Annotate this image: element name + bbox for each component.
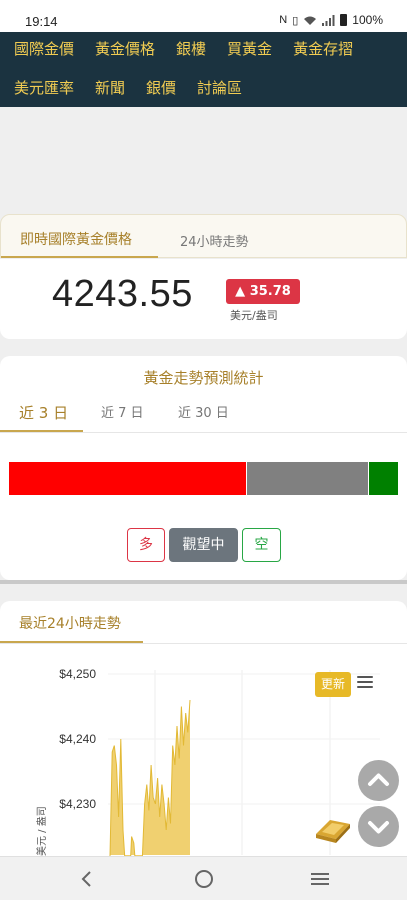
- home-icon[interactable]: [194, 869, 214, 889]
- forecast-title: 黃金走勢預測統計: [143, 369, 264, 387]
- nav-item-buy-gold[interactable]: 買黃金: [227, 38, 272, 59]
- wifi-icon: [304, 16, 317, 25]
- scroll-up-button[interactable]: [358, 760, 399, 801]
- gold-bar-icon: [316, 820, 350, 843]
- nfc-icon: Ν: [279, 14, 288, 26]
- up-arrow-icon: ▲: [235, 284, 246, 299]
- forecast-tab-divider: [0, 432, 407, 433]
- nav-item-intl-gold-price[interactable]: 國際金價: [14, 38, 74, 59]
- forecast-card: 黃金走勢預測統計 近 3 日 近 7 日 近 30 日 多 觀望中 空: [0, 356, 407, 580]
- card-shadow: [0, 580, 407, 584]
- system-nav-bar: [0, 856, 407, 900]
- recent-apps-icon[interactable]: [310, 869, 330, 889]
- chevron-down-icon: [368, 821, 389, 834]
- neutral-share-bar: [247, 462, 368, 495]
- vibrate-icon: ▯: [292, 14, 299, 27]
- gold-price-value: 4243.55: [52, 273, 193, 315]
- bear-share-bar: [369, 462, 398, 495]
- chevron-up-icon: [368, 773, 389, 786]
- nav-item-usd-rate[interactable]: 美元匯率: [14, 77, 74, 98]
- nav-item-forum[interactable]: 討論區: [197, 77, 242, 98]
- vote-watch-button[interactable]: 觀望中: [169, 528, 238, 562]
- nav-item-gold-passbook[interactable]: 黃金存摺: [293, 38, 353, 59]
- nav-item-gold-price[interactable]: 黃金價格: [95, 38, 155, 59]
- back-icon[interactable]: [79, 869, 93, 889]
- battery-percent: 100%: [352, 13, 383, 27]
- battery-icon: [340, 14, 348, 26]
- tab-24h-trend[interactable]: 24小時走勢: [180, 231, 249, 250]
- price-card: 4243.55 ▲ 35.78 美元/盎司: [0, 259, 407, 339]
- price-change-value: 35.78: [249, 284, 291, 299]
- trend-title: 最近24小時走勢: [19, 616, 121, 632]
- refresh-button[interactable]: 更新: [315, 672, 351, 697]
- tab-3-days[interactable]: 近 3 日: [19, 402, 68, 423]
- vote-bull-button[interactable]: 多: [127, 528, 165, 562]
- nav-item-jewelry-store[interactable]: 銀樓: [176, 38, 206, 59]
- nav-row-2: 美元匯率 新聞 銀價 討論區: [14, 77, 263, 98]
- status-time: 19:14: [25, 14, 58, 29]
- trend-divider: [0, 643, 407, 644]
- nav-item-news[interactable]: 新聞: [95, 77, 125, 98]
- hamburger-menu-icon[interactable]: [357, 676, 373, 690]
- main-nav: 國際金價 黃金價格 銀樓 買黃金 黃金存摺 美元匯率 新聞 銀價 討論區: [0, 32, 407, 107]
- tab-30-days[interactable]: 近 30 日: [178, 402, 229, 421]
- nav-row-1: 國際金價 黃金價格 銀樓 買黃金 黃金存摺: [14, 38, 374, 59]
- tab-active-indicator: [1, 256, 158, 258]
- bull-share-bar: [9, 462, 246, 495]
- tab-7-days[interactable]: 近 7 日: [101, 402, 144, 421]
- ad-space: [0, 107, 407, 214]
- vote-bear-button[interactable]: 空: [242, 528, 281, 562]
- status-icons: Ν ▯ 100%: [279, 13, 383, 27]
- price-change-badge: ▲ 35.78: [226, 279, 300, 304]
- price-tabs: 即時國際黃金價格 24小時走勢: [0, 214, 407, 258]
- tab-realtime-price[interactable]: 即時國際黃金價格: [20, 229, 132, 249]
- signal-icon: [322, 14, 335, 26]
- price-unit: 美元/盎司: [230, 309, 278, 322]
- scroll-down-button[interactable]: [358, 806, 399, 847]
- nav-item-silver-price[interactable]: 銀價: [146, 77, 176, 98]
